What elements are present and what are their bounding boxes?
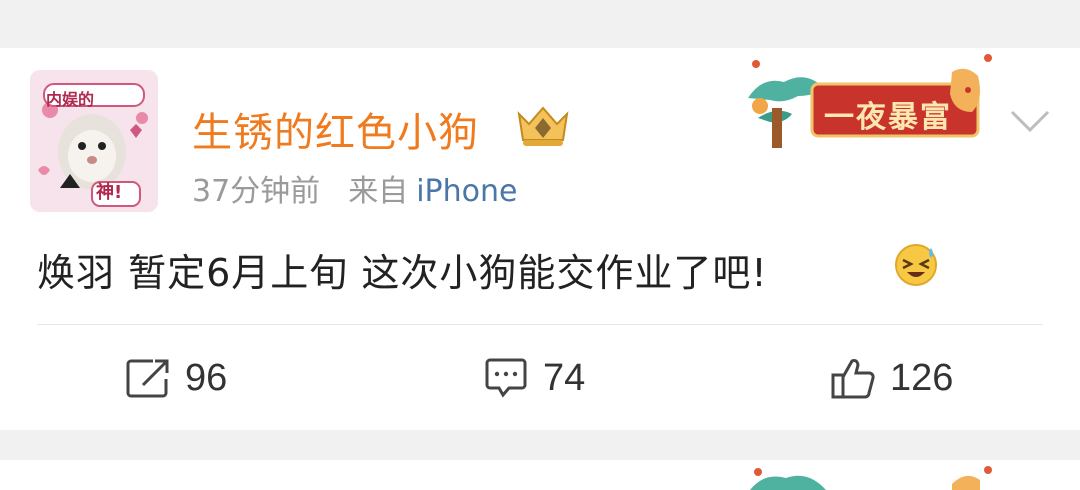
source-device: iPhone xyxy=(416,174,518,209)
badge-text: 一夜暴富 xyxy=(824,100,952,135)
divider xyxy=(37,324,1043,325)
repost-count: 96 xyxy=(185,356,228,399)
username[interactable]: 生锈的红色小狗 xyxy=(192,100,479,158)
laughing-sweat-emoji xyxy=(893,242,939,288)
repost-button[interactable]: 96 xyxy=(125,350,227,406)
post-text: 焕羽 暂定6月上旬 这次小狗能交作业了吧! xyxy=(37,251,768,295)
share-icon xyxy=(126,359,169,398)
like-count: 126 xyxy=(890,356,954,399)
avatar-caption-bottom: 神! xyxy=(96,182,123,203)
next-decoration-badge xyxy=(740,460,1002,490)
post-meta: 37分钟前 来自 iPhone xyxy=(192,166,517,210)
avatar-caption-top: 内娱的 xyxy=(46,90,95,109)
comment-count: 74 xyxy=(543,356,586,399)
chevron-down-icon[interactable] xyxy=(1008,108,1052,134)
crown-icon[interactable] xyxy=(513,100,573,150)
source-label: 来自 xyxy=(348,174,409,209)
post-time: 37分钟前 xyxy=(192,174,321,209)
thumbs-up-icon xyxy=(831,359,875,399)
comment-button[interactable]: 74 xyxy=(483,350,585,406)
like-button[interactable]: 126 xyxy=(830,350,953,406)
comment-icon xyxy=(485,358,527,398)
